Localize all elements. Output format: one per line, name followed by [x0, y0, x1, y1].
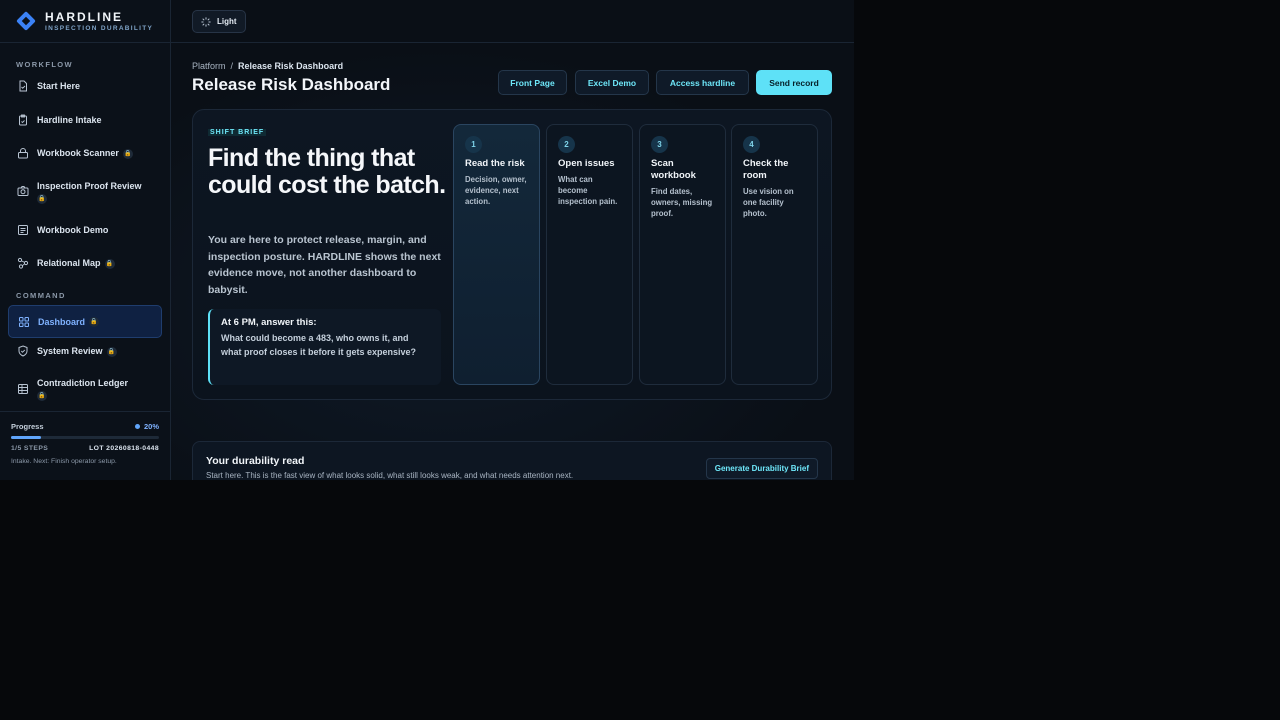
lock-icon: 🔒 [37, 390, 47, 401]
shield-icon [18, 345, 28, 357]
step-card-check-room[interactable]: 4 Check the room Use vision on one facil… [731, 124, 818, 385]
step-number: 4 [743, 136, 760, 153]
brief-lede: You are here to protect release, margin,… [208, 234, 441, 296]
breadcrumb-root[interactable]: Platform [192, 61, 226, 71]
sidebar-item-label: Contradiction Ledger [37, 378, 129, 388]
step-description: What can become inspection pain. [558, 175, 618, 206]
sidebar-item-workbook-demo[interactable]: Workbook Demo [8, 224, 162, 236]
step-description: Find dates, owners, missing proof. [651, 187, 713, 218]
step-card-read-risk[interactable]: 1 Read the risk Decision, owner, evidenc… [453, 124, 540, 385]
sidebar-item-label: System Review [37, 346, 103, 356]
progress-steps: 1/5 STEPS [11, 445, 49, 452]
brief-callout: At 6 PM, answer this: What could become … [208, 309, 441, 385]
progress-percent: 20% [143, 422, 159, 431]
sidebar-item-dashboard[interactable]: Dashboard 🔒 [8, 305, 162, 338]
list-icon [18, 225, 28, 235]
sidebar-item-label: Workbook Demo [37, 225, 109, 235]
lock-icon: 🔒 [106, 346, 117, 357]
progress-panel: Progress 20% 1/5 STEPS LOT 20260818-0448… [0, 411, 170, 480]
step-description: Decision, owner, evidence, next action. [465, 175, 527, 206]
sidebar-item-inspection-proof-review[interactable]: Inspection Proof Review 🔒 [8, 180, 162, 204]
page-title: Release Risk Dashboard [192, 75, 391, 94]
send-record-button[interactable]: Send record [756, 70, 832, 95]
sidebar-item-contradiction-ledger[interactable]: Contradiction Ledger 🔒 [8, 377, 162, 401]
breadcrumb: Platform / Release Risk Dashboard [192, 61, 343, 71]
sidebar: HARDLINE INSPECTION DURABILITY WORKFLOW … [0, 0, 171, 480]
progress-dot-icon [134, 424, 140, 429]
section-label-command: COMMAND [16, 291, 66, 300]
sidebar-item-relational-map[interactable]: Relational Map 🔒 [8, 257, 162, 269]
step-card-scan-workbook[interactable]: 3 Scan workbook Find dates, owners, miss… [639, 124, 726, 385]
step-title: Read the risk [465, 158, 525, 169]
step-card-open-issues[interactable]: 2 Open issues What can become inspection… [546, 124, 633, 385]
sidebar-item-system-review[interactable]: System Review 🔒 [8, 345, 162, 357]
hardline-logo-icon [16, 11, 36, 31]
sidebar-item-start-here[interactable]: Start Here [8, 80, 162, 92]
section-label-workflow: WORKFLOW [16, 60, 74, 69]
progress-note: Intake. Next: Finish operator setup. [11, 458, 117, 465]
step-title: Open issues [558, 158, 615, 169]
sidebar-item-label: Hardline Intake [37, 115, 102, 125]
sidebar-item-workbook-scanner[interactable]: Workbook Scanner 🔒 [8, 147, 162, 159]
access-hardline-button[interactable]: Access hardline [656, 70, 749, 95]
progress-label: Progress [11, 422, 44, 431]
grid-icon [19, 316, 29, 327]
sun-icon [201, 16, 211, 27]
sidebar-item-label: Dashboard [38, 316, 86, 327]
sidebar-item-label: Start Here [37, 81, 81, 91]
lock-icon: 🔒 [89, 317, 100, 328]
map-icon [17, 257, 29, 269]
step-title: Check the room [743, 158, 789, 181]
sidebar-item-label: Relational Map [37, 258, 101, 268]
brief-headline: Find the thing that could cost the batch… [208, 144, 446, 199]
theme-toggle-button[interactable]: Light [192, 10, 246, 33]
breadcrumb-current: Release Risk Dashboard [238, 61, 344, 71]
step-description: Use vision on one facility photo. [743, 187, 794, 218]
theme-toggle-label: Light [217, 17, 237, 26]
durability-subtitle: Start here. This is the fast view of wha… [206, 471, 574, 480]
sidebar-item-hardline-intake[interactable]: Hardline Intake [8, 114, 162, 126]
step-number: 1 [465, 136, 482, 153]
camera-icon [17, 186, 29, 196]
lock-scanner-icon [18, 148, 28, 159]
callout-heading: At 6 PM, answer this: [221, 317, 317, 328]
sidebar-item-label: Workbook Scanner [37, 148, 119, 158]
step-number: 3 [651, 136, 668, 153]
brand-subtitle: INSPECTION DURABILITY [45, 24, 154, 32]
excel-demo-button[interactable]: Excel Demo [575, 70, 649, 95]
table-icon [18, 384, 28, 394]
brand[interactable]: HARDLINE INSPECTION DURABILITY [0, 0, 170, 43]
brand-name: HARDLINE [45, 9, 123, 24]
callout-body: What could become a 483, who owns it, an… [221, 333, 417, 357]
breadcrumb-separator: / [230, 61, 234, 71]
lot-number: LOT 20260818-0448 [89, 445, 159, 452]
shift-brief-tag: SHIFT BRIEF [208, 129, 267, 136]
generate-durability-brief-button[interactable]: Generate Durability Brief [705, 458, 818, 479]
step-number: 2 [558, 136, 575, 153]
front-page-button[interactable]: Front Page [498, 70, 567, 95]
lock-icon: 🔒 [104, 258, 115, 269]
lock-icon: 🔒 [37, 193, 47, 204]
shift-brief-card: SHIFT BRIEF Find the thing that could co… [192, 109, 832, 400]
durability-title: Your durability read [206, 455, 305, 467]
clipboard-icon [19, 114, 27, 126]
sidebar-item-label: Inspection Proof Review [37, 181, 142, 191]
main-content: Platform / Release Risk Dashboard Release … [171, 43, 854, 480]
topbar: Light [171, 0, 854, 43]
app-window: HARDLINE INSPECTION DURABILITY WORKFLOW … [0, 0, 854, 480]
lock-icon: 🔒 [122, 148, 133, 159]
progress-bar [11, 436, 159, 439]
document-icon [19, 80, 27, 92]
durability-card: Your durability read Start here. This is… [192, 441, 832, 480]
progress-bar-fill [11, 436, 41, 439]
step-title: Scan workbook [651, 158, 696, 181]
